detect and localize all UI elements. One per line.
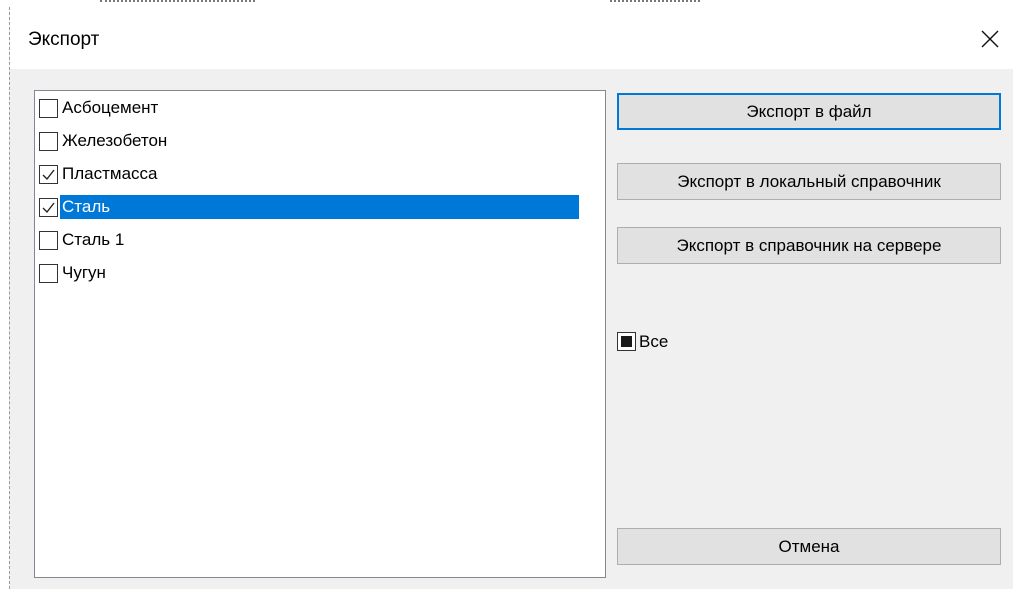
item-label: Асбоцемент (62, 98, 159, 117)
background-text-fragment (610, 0, 700, 6)
select-all-label: Все (639, 332, 669, 351)
item-label: Чугун (62, 263, 106, 282)
export-to-local-directory-button[interactable]: Экспорт в локальный справочник (617, 163, 1001, 200)
export-dialog: Экспорт Асбоцемент Железобетон Пластмасса С… (9, 7, 1013, 589)
list-item[interactable]: Чугун (37, 259, 597, 289)
list-item[interactable]: Сталь 1 (37, 226, 597, 256)
materials-checklist[interactable]: Асбоцемент Железобетон Пластмасса Сталь Стал… (34, 90, 606, 578)
export-to-server-directory-button[interactable]: Экспорт в справочник на сервере (617, 227, 1001, 264)
export-to-file-button[interactable]: Экспорт в файл (617, 93, 1001, 130)
item-checkbox[interactable] (39, 231, 58, 250)
list-item[interactable]: Железобетон (37, 127, 597, 157)
item-label: Сталь 1 (62, 230, 125, 249)
select-all-box[interactable] (617, 332, 636, 351)
list-item[interactable]: Сталь (37, 193, 597, 223)
checkmark-icon (42, 169, 55, 181)
background-text-fragment (100, 0, 255, 6)
list-item[interactable]: Асбоцемент (37, 94, 597, 124)
item-label: Железобетон (62, 131, 168, 150)
cancel-button[interactable]: Отмена (617, 528, 1001, 565)
dialog-title: Экспорт (28, 29, 100, 50)
item-checkbox[interactable] (39, 132, 58, 151)
title-bar: Экспорт (10, 7, 1013, 69)
item-label: Сталь (59, 194, 580, 220)
close-button[interactable] (967, 7, 1013, 69)
item-checkbox[interactable] (39, 264, 58, 283)
item-checkbox[interactable] (39, 99, 58, 118)
item-checkbox[interactable] (39, 198, 58, 217)
close-icon (981, 30, 999, 48)
checkmark-icon (42, 202, 55, 214)
item-checkbox[interactable] (39, 165, 58, 184)
indeterminate-mark-icon (621, 336, 632, 347)
item-label: Пластмасса (62, 164, 158, 183)
list-item[interactable]: Пластмасса (37, 160, 597, 190)
